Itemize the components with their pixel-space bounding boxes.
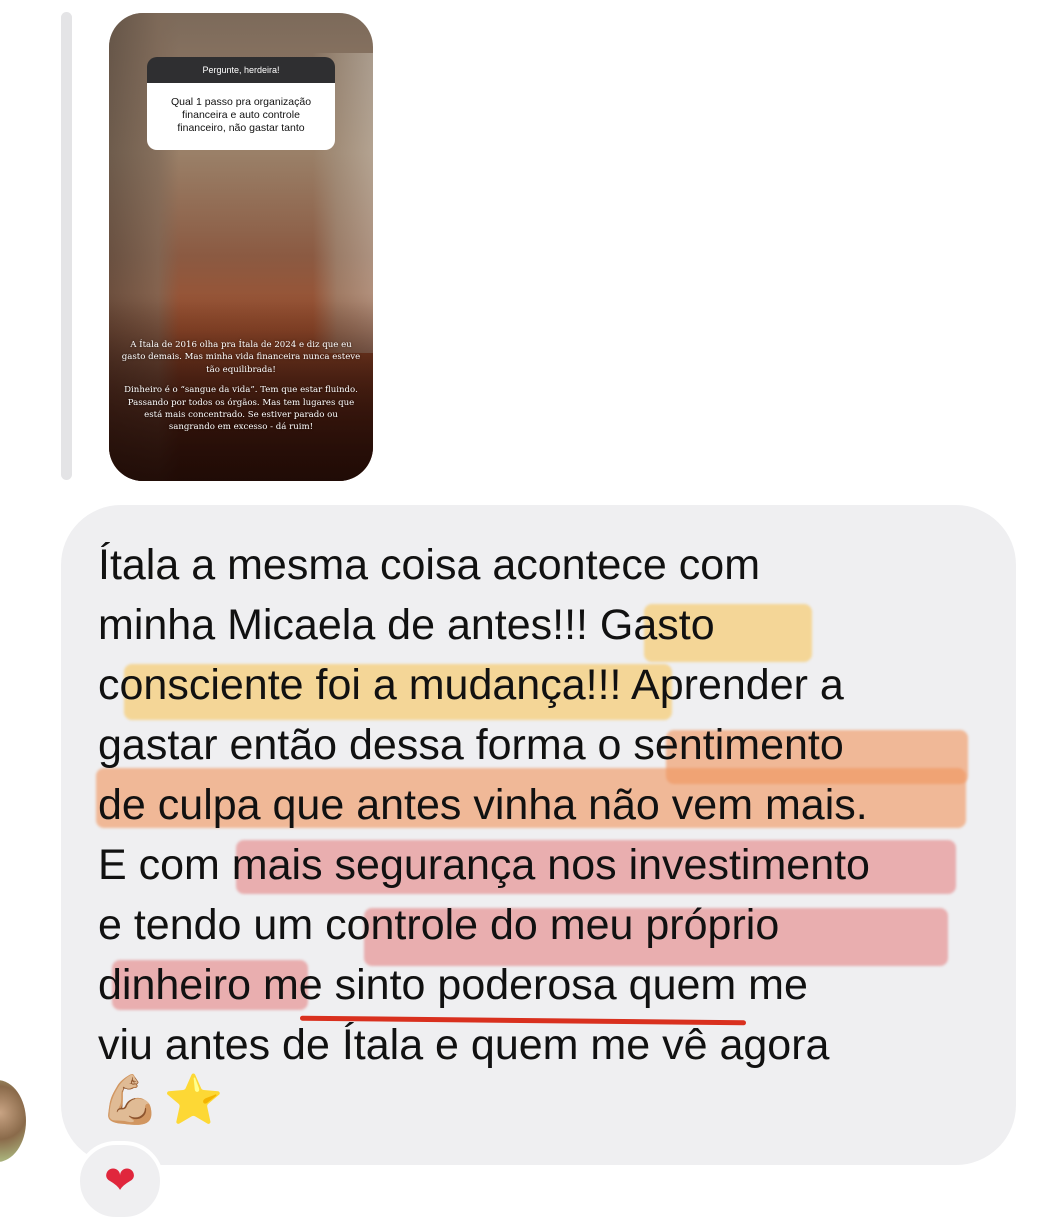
heart-icon: ❤ — [104, 1160, 136, 1202]
story-caption-paragraph: A Ítala de 2016 olha pra Ítala de 2024 e… — [121, 340, 361, 375]
message-line: Ítala a mesma coisa acontece com — [98, 541, 761, 589]
message-text: Ítala a mesma coisa acontece com minha M… — [98, 535, 978, 1075]
message-line: gastar então dessa forma o sentimento — [98, 721, 844, 769]
question-sticker-header: Pergunte, herdeira! — [147, 57, 335, 83]
sender-avatar[interactable] — [0, 1080, 26, 1162]
question-sticker-text: Qual 1 passo pra organização financeira … — [147, 83, 335, 150]
question-line: financeiro, não gastar tanto — [177, 122, 305, 134]
message-line: e tendo um controle do meu próprio — [98, 901, 780, 949]
message-line: viu antes de Ítala e quem me vê agora — [98, 1021, 830, 1069]
question-line: financeira e auto controle — [182, 109, 300, 121]
reply-quote-bar — [61, 12, 72, 480]
message-line: de culpa que antes vinha não vem mais. — [98, 781, 868, 829]
message-emojis: 💪🏼⭐ — [100, 1074, 228, 1127]
message-line: consciente foi a mudança!!! Aprender a — [98, 661, 844, 709]
message-line: E com mais segurança nos investimento — [98, 841, 870, 889]
heart-reaction[interactable]: ❤ — [76, 1141, 164, 1221]
story-caption: A Ítala de 2016 olha pra Ítala de 2024 e… — [121, 339, 361, 442]
story-caption-paragraph: Dinheiro é o “sangue da vida”. Tem que e… — [124, 385, 358, 433]
message-line: minha Micaela de antes!!! Gasto — [98, 601, 715, 649]
message-line: dinheiro me sinto poderosa quem me — [98, 961, 808, 1009]
question-line: Qual 1 passo pra organização — [170, 96, 312, 108]
